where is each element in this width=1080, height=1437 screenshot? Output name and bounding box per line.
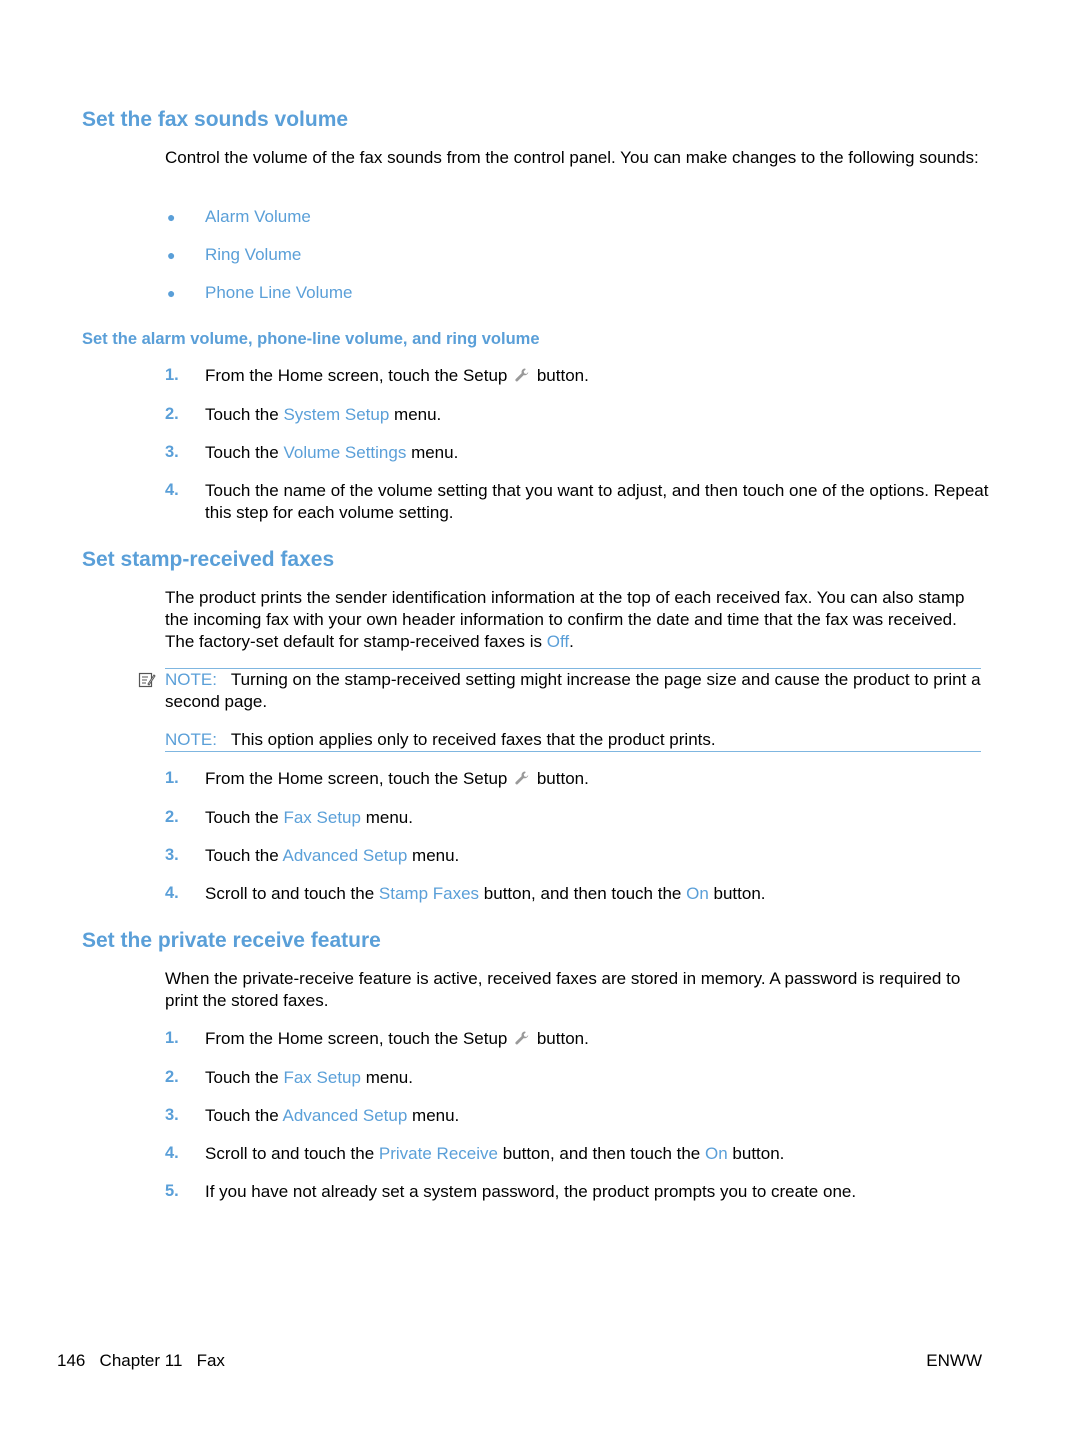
step-number: 4.	[165, 1144, 179, 1162]
step-number: 3.	[165, 846, 179, 864]
step-text-post: button.	[732, 1144, 785, 1163]
step-number: 4.	[165, 884, 179, 902]
step-text-post: button.	[713, 884, 766, 903]
step-text-post: menu.	[394, 405, 442, 424]
page-number: 146	[57, 1351, 86, 1370]
page-footer-locale: ENWW	[926, 1351, 982, 1370]
link-alarm-volume[interactable]: Alarm Volume	[205, 207, 311, 227]
step-number: 1.	[165, 769, 179, 787]
step-text: Scroll to and touch the Private Receive …	[205, 1143, 995, 1165]
link-on[interactable]: On	[686, 884, 709, 903]
step-text: If you have not already set a system pas…	[205, 1182, 857, 1201]
fax-sounds-intro: Control the volume of the fax sounds fro…	[165, 148, 979, 167]
step-text: Touch the name of the volume setting tha…	[205, 481, 989, 522]
step-text: From the Home screen, touch the Setup bu…	[205, 768, 995, 790]
step-text-pre: Touch the	[205, 1068, 279, 1087]
step-text-post: menu.	[365, 1068, 413, 1087]
step-text: Touch the Volume Settings menu.	[205, 442, 995, 464]
step-number: 1.	[165, 1029, 179, 1047]
section-title-stamp-received: Set stamp-received faxes	[82, 548, 335, 571]
step-text-post: menu.	[365, 808, 413, 827]
step-text-pre: Touch the	[205, 808, 279, 827]
section-title-private-receive: Set the private receive feature	[82, 929, 381, 952]
step-text-post: menu.	[411, 443, 459, 462]
chapter-title: Fax	[196, 1351, 225, 1370]
step-text-pre: From the Home screen, touch the Setup	[205, 366, 508, 385]
bullet-dot: ●	[167, 285, 176, 301]
link-on[interactable]: On	[705, 1144, 728, 1163]
wrench-icon	[515, 771, 529, 785]
step-text: Touch the Advanced Setup menu.	[205, 1105, 995, 1127]
link-fax-setup[interactable]: Fax Setup	[283, 1068, 361, 1087]
note-pencil-icon	[138, 672, 156, 688]
step-text-mid: button, and then touch the	[483, 884, 682, 903]
step-text-post: menu.	[412, 846, 460, 865]
link-off[interactable]: Off	[547, 632, 569, 651]
bullet-dot: ●	[167, 209, 176, 225]
link-system-setup[interactable]: System Setup	[283, 405, 389, 424]
step-text: Touch the System Setup menu.	[205, 404, 995, 426]
step-text-post: button.	[536, 1029, 589, 1048]
step-text: Touch the Fax Setup menu.	[205, 807, 995, 829]
note-bottom-rule	[165, 751, 981, 752]
note-text: This option applies only to received fax…	[230, 730, 716, 749]
link-fax-setup[interactable]: Fax Setup	[283, 808, 361, 827]
link-phone-line-volume[interactable]: Phone Line Volume	[205, 283, 352, 303]
note-text: Turning on the stamp-received setting mi…	[165, 670, 981, 711]
intro-period: .	[569, 632, 574, 651]
step-number: 4.	[165, 481, 179, 499]
step-number: 2.	[165, 1068, 179, 1086]
link-private-receive[interactable]: Private Receive	[379, 1144, 498, 1163]
link-advanced-setup[interactable]: Advanced Setup	[283, 1106, 408, 1125]
wrench-icon	[515, 1031, 529, 1045]
section-title-fax-sounds: Set the fax sounds volume	[82, 108, 349, 131]
step-text: Touch the Fax Setup menu.	[205, 1067, 995, 1089]
step-text: Scroll to and touch the Stamp Faxes butt…	[205, 883, 995, 905]
step-number: 1.	[165, 366, 179, 384]
step-text-pre: Touch the	[205, 443, 279, 462]
step-text-pre: From the Home screen, touch the Setup	[205, 1029, 508, 1048]
wrench-icon	[515, 368, 529, 382]
bullet-dot: ●	[167, 247, 176, 263]
subheading-volume: Set the alarm volume, phone-line volume,…	[82, 330, 540, 348]
step-text: From the Home screen, touch the Setup bu…	[205, 365, 995, 387]
link-ring-volume[interactable]: Ring Volume	[205, 245, 301, 265]
step-text-pre: Scroll to and touch the	[205, 1144, 375, 1163]
step-text-post: button.	[536, 769, 589, 788]
step-text-post: button.	[536, 366, 589, 385]
step-text: Touch the Advanced Setup menu.	[205, 845, 995, 867]
link-volume-settings[interactable]: Volume Settings	[283, 443, 406, 462]
link-advanced-setup[interactable]: Advanced Setup	[283, 846, 408, 865]
note-label: NOTE:	[165, 670, 217, 689]
step-text-post: menu.	[412, 1106, 460, 1125]
link-stamp-faxes[interactable]: Stamp Faxes	[379, 884, 479, 903]
step-text-pre: Touch the	[205, 846, 279, 865]
step-text: From the Home screen, touch the Setup bu…	[205, 1028, 995, 1050]
step-text-pre: Touch the	[205, 405, 279, 424]
step-text-mid: button, and then touch the	[502, 1144, 701, 1163]
chapter-label: Chapter 11	[99, 1351, 183, 1370]
private-receive-intro: When the private-receive feature is acti…	[165, 969, 961, 1010]
note-2: NOTE: This option applies only to receiv…	[165, 729, 983, 751]
step-number: 5.	[165, 1182, 179, 1200]
step-number: 3.	[165, 443, 179, 461]
page-footer-left: 146 Chapter 11 Fax	[57, 1351, 225, 1371]
note-label: NOTE:	[165, 730, 217, 749]
step-number: 3.	[165, 1106, 179, 1124]
note-1: NOTE: Turning on the stamp-received sett…	[165, 669, 983, 713]
step-text-pre: From the Home screen, touch the Setup	[205, 769, 508, 788]
stamp-received-intro: The product prints the sender identifica…	[165, 587, 985, 653]
step-number: 2.	[165, 405, 179, 423]
step-text-pre: Scroll to and touch the	[205, 884, 375, 903]
step-text-pre: Touch the	[205, 1106, 279, 1125]
step-number: 2.	[165, 808, 179, 826]
